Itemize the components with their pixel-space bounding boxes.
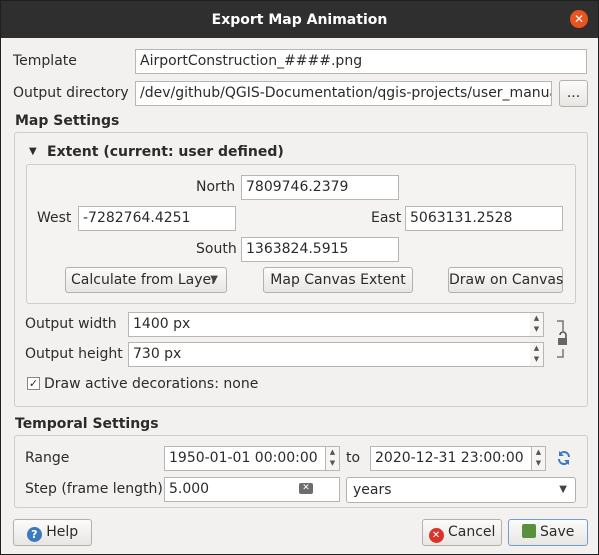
help-label: Help: [46, 524, 79, 540]
north-input[interactable]: 7809746.2379: [241, 175, 399, 200]
cancel-icon: ✕: [428, 528, 444, 543]
template-input[interactable]: AirportConstruction_####.png: [135, 49, 587, 74]
output-width-spinner[interactable]: ▲ ▼: [530, 312, 544, 337]
help-button[interactable]: ? Help: [13, 519, 92, 546]
collapse-triangle-icon[interactable]: ▼: [29, 146, 37, 157]
lock-aspect-icon[interactable]: [555, 317, 569, 361]
east-label: East: [371, 210, 402, 226]
output-directory-label: Output directory: [13, 85, 129, 101]
help-icon: ?: [26, 527, 42, 542]
calculate-from-layer-button[interactable]: Calculate from Layer ▼: [65, 267, 227, 293]
temporal-settings-title: Temporal Settings: [15, 416, 159, 432]
draw-decorations-checkbox[interactable]: ✓: [27, 377, 40, 390]
title-bar: Export Map Animation ✕: [1, 1, 598, 38]
west-label: West: [37, 210, 72, 226]
map-settings-title: Map Settings: [15, 113, 120, 129]
south-input[interactable]: 1363824.5915: [241, 237, 399, 262]
output-width-label: Output width: [25, 316, 117, 332]
cancel-label: Cancel: [448, 524, 496, 540]
range-start-input[interactable]: 1950-01-01 00:00:00: [164, 446, 326, 471]
south-label: South: [196, 241, 237, 257]
step-label: Step (frame length): [25, 481, 163, 497]
map-canvas-extent-button[interactable]: Map Canvas Extent: [263, 267, 413, 293]
extent-title[interactable]: Extent (current: user defined): [47, 144, 284, 160]
range-label: Range: [25, 450, 70, 466]
cancel-button[interactable]: ✕ Cancel: [422, 519, 502, 546]
draw-on-canvas-button[interactable]: Draw on Canvas: [448, 267, 563, 293]
output-height-spinner[interactable]: ▲ ▼: [530, 342, 544, 367]
template-label: Template: [13, 53, 77, 69]
step-input[interactable]: 5.000: [164, 477, 340, 502]
browse-button[interactable]: ...: [559, 80, 588, 107]
chevron-down-icon: ▼: [559, 484, 567, 495]
range-end-input[interactable]: 2020-12-31 23:00:00: [370, 446, 532, 471]
output-directory-input[interactable]: /dev/github/QGIS-Documentation/qgis-proj…: [135, 81, 552, 106]
east-input[interactable]: 5063131.2528: [405, 206, 563, 231]
refresh-icon[interactable]: [556, 450, 572, 466]
range-start-spinner[interactable]: ▲ ▼: [326, 446, 340, 471]
step-unit-value: years: [353, 482, 392, 498]
output-height-label: Output height: [25, 346, 123, 362]
close-icon[interactable]: ✕: [570, 10, 588, 28]
export-map-animation-dialog: Export Map Animation ✕ Template AirportC…: [0, 0, 599, 555]
to-label: to: [346, 450, 361, 466]
window-title: Export Map Animation: [211, 11, 388, 28]
chevron-down-icon: ▼: [210, 274, 218, 285]
save-label: Save: [540, 524, 575, 540]
range-end-spinner[interactable]: ▲ ▼: [532, 446, 546, 471]
save-icon: [521, 524, 536, 538]
clear-icon[interactable]: ✕: [299, 483, 313, 494]
save-button[interactable]: Save: [508, 519, 588, 546]
output-height-input[interactable]: 730 px: [128, 342, 531, 367]
north-label: North: [196, 179, 236, 195]
draw-decorations-label: Draw active decorations: none: [44, 376, 259, 392]
west-input[interactable]: -7282764.4251: [78, 206, 236, 231]
calculate-from-layer-label: Calculate from Layer: [71, 272, 217, 288]
step-unit-combo[interactable]: years ▼: [346, 477, 576, 503]
output-width-input[interactable]: 1400 px: [128, 312, 531, 337]
